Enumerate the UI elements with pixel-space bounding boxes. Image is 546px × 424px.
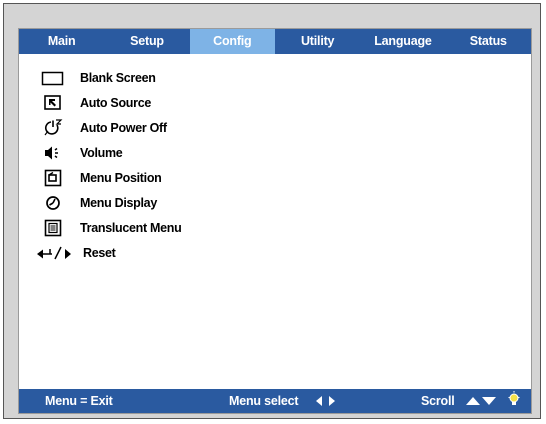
volume-icon (39, 142, 67, 164)
menu-item-menu-display[interactable]: Menu Display (19, 192, 319, 214)
reset-icon (33, 242, 77, 264)
menu-item-translucent-menu[interactable]: Translucent Menu (19, 217, 319, 239)
tab-bar: Main Setup Config Utility Language Statu… (19, 29, 531, 54)
menu-item-menu-position[interactable]: Menu Position (19, 167, 319, 189)
menu-display-icon (39, 192, 67, 214)
menu-item-label: Volume (80, 146, 123, 160)
scroll-hint: Scroll (421, 394, 455, 408)
menu-item-auto-source[interactable]: Auto Source (19, 92, 319, 114)
tab-main[interactable]: Main (19, 29, 104, 54)
tab-utility[interactable]: Utility (275, 29, 360, 54)
auto-source-icon (39, 92, 67, 114)
menu-item-volume[interactable]: Volume (19, 142, 319, 164)
translucent-menu-icon (39, 217, 67, 239)
tab-language[interactable]: Language (360, 29, 445, 54)
blank-screen-icon (39, 67, 67, 89)
menu-select-hint: Menu select (229, 394, 299, 408)
status-bar: Menu = Exit Menu select Scroll (19, 389, 531, 413)
menu-item-label: Blank Screen (80, 71, 156, 85)
tab-config[interactable]: Config (189, 29, 275, 54)
menu-item-auto-power-off[interactable]: Auto Power Off (19, 117, 319, 139)
osd-frame: Main Setup Config Utility Language Statu… (3, 3, 541, 419)
menu-position-icon (39, 167, 67, 189)
menu-item-label: Menu Position (80, 171, 162, 185)
menu-item-label: Auto Power Off (80, 121, 167, 135)
tab-status[interactable]: Status (446, 29, 531, 54)
menu-item-blank-screen[interactable]: Blank Screen (19, 67, 319, 89)
menu-item-reset[interactable]: Reset (19, 242, 319, 264)
tab-setup[interactable]: Setup (104, 29, 189, 54)
menu-item-label: Auto Source (80, 96, 152, 110)
exit-hint: Menu = Exit (45, 394, 113, 408)
up-down-arrows-icon (465, 389, 501, 413)
menu-item-label: Reset (83, 246, 116, 260)
menu-item-label: Translucent Menu (80, 221, 182, 235)
left-right-arrows-icon (313, 389, 339, 413)
menu-item-label: Menu Display (80, 196, 157, 210)
osd-menu-window: Main Setup Config Utility Language Statu… (18, 28, 532, 414)
auto-power-off-icon (39, 117, 67, 139)
lightbulb-icon (507, 389, 521, 413)
